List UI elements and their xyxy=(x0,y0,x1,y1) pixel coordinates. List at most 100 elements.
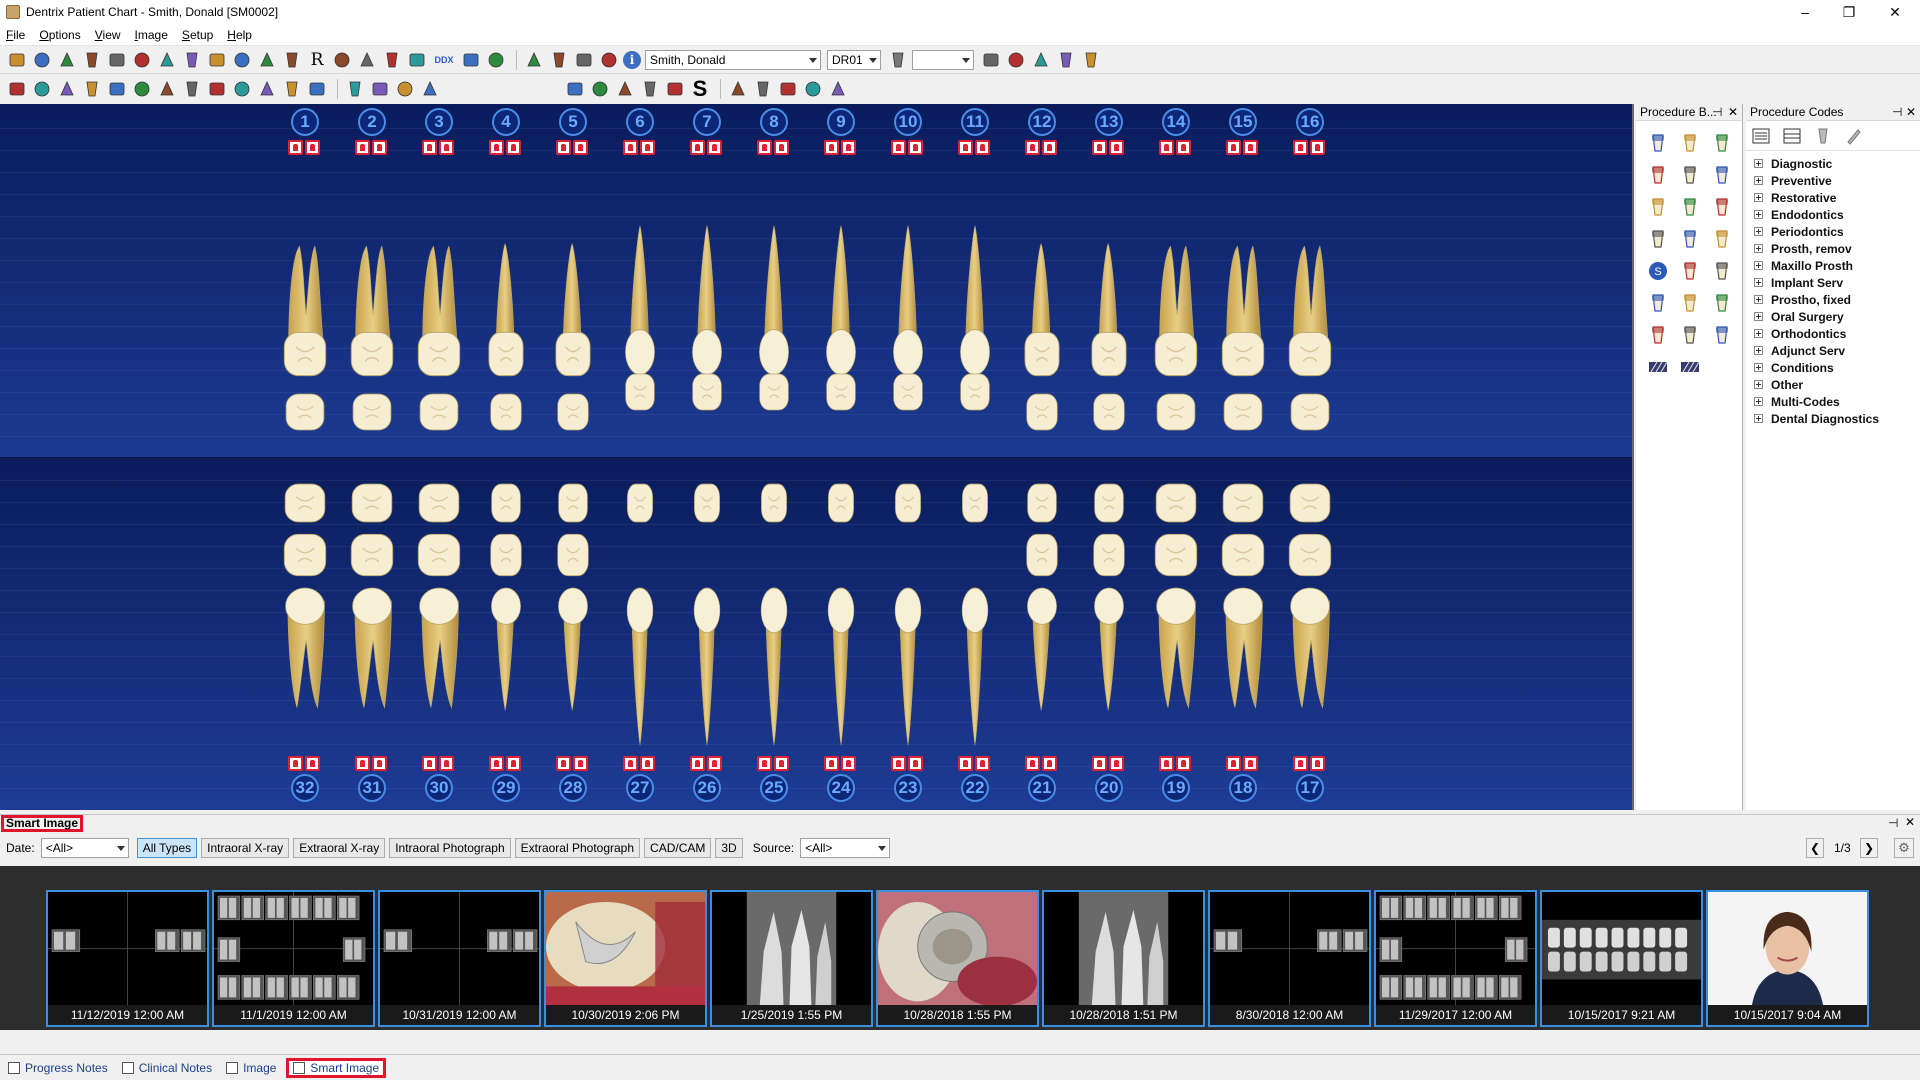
tooth-tool-icon[interactable] xyxy=(1812,125,1834,147)
tooth-lower-side[interactable] xyxy=(1152,587,1200,718)
tooth-status-badge[interactable] xyxy=(1226,140,1259,156)
print-icon[interactable] xyxy=(1030,49,1052,71)
printer-icon[interactable] xyxy=(31,78,53,100)
image-thumbnail[interactable]: 10/28/2018 1:51 PM xyxy=(1042,890,1205,1027)
monitor2-icon[interactable] xyxy=(181,78,203,100)
tooth-lower-occlusal[interactable] xyxy=(1220,532,1266,578)
source-select[interactable]: <All> xyxy=(800,838,891,858)
procedure-button-stripes2-icon[interactable] xyxy=(1674,351,1706,383)
tooth-status-badge[interactable] xyxy=(824,756,857,772)
filter-all-types[interactable]: All Types xyxy=(136,838,198,858)
tooth-number[interactable]: 30 xyxy=(425,774,453,802)
tooth-lower-occlusal[interactable] xyxy=(1287,532,1333,578)
tooth-number[interactable]: 18 xyxy=(1229,774,1257,802)
tooth-upper-side[interactable] xyxy=(957,224,993,376)
monitor-icon[interactable] xyxy=(206,49,228,71)
grid2-icon[interactable] xyxy=(827,78,849,100)
tooth-lower-occlusal[interactable] xyxy=(416,532,462,578)
image-thumbnail[interactable]: 11/1/2019 12:00 AM xyxy=(212,890,375,1027)
tooth-upper-occlusal[interactable] xyxy=(1023,330,1061,378)
tooth-upper-incisal[interactable] xyxy=(624,372,656,412)
perio-icon[interactable] xyxy=(419,78,441,100)
expand-icon[interactable] xyxy=(1754,210,1763,219)
close-icon[interactable]: ✕ xyxy=(1906,105,1916,119)
tooth-upper-occlusal[interactable] xyxy=(1090,330,1128,378)
tooth-number[interactable]: 19 xyxy=(1162,774,1190,802)
tooth-status-badge[interactable] xyxy=(623,756,656,772)
tooth-menu-icon[interactable] xyxy=(1080,49,1102,71)
procedure-button-face-icon[interactable] xyxy=(1642,287,1674,319)
sync-icon[interactable] xyxy=(485,49,507,71)
list-view-icon[interactable] xyxy=(1750,125,1772,147)
close-icon[interactable]: ✕ xyxy=(1905,815,1915,829)
procedure-button-crown-icon[interactable] xyxy=(1642,127,1674,159)
tooth-upper-incisal[interactable] xyxy=(959,372,991,412)
calc-icon[interactable] xyxy=(589,78,611,100)
tooth-lower-occlusal[interactable] xyxy=(349,532,395,578)
procedure-button-stripes-icon[interactable] xyxy=(1642,351,1674,383)
tooth-upper-incisal[interactable] xyxy=(758,372,790,412)
open-chart-icon[interactable] xyxy=(6,49,28,71)
tooth-upper-occlusal[interactable] xyxy=(349,330,395,378)
tooth-number[interactable]: 14 xyxy=(1162,108,1190,136)
procedure-button-xray-icon[interactable] xyxy=(1674,223,1706,255)
rect-icon[interactable] xyxy=(156,49,178,71)
provider-select[interactable]: DR01 xyxy=(827,49,881,70)
date-select[interactable]: <All> xyxy=(40,838,129,858)
pin-icon[interactable]: ⊣ xyxy=(1712,105,1722,119)
tooth-number[interactable]: 27 xyxy=(626,774,654,802)
tooth-lower-side[interactable] xyxy=(415,587,463,718)
expand-icon[interactable] xyxy=(1754,346,1763,355)
chart-view-icon[interactable] xyxy=(256,78,278,100)
tooth-status-badge[interactable] xyxy=(288,140,321,156)
r-icon[interactable]: R xyxy=(306,49,328,71)
tooth-lower-incisal[interactable] xyxy=(693,482,721,524)
tooth-upper-side[interactable] xyxy=(823,224,859,376)
expand-icon[interactable] xyxy=(1754,414,1763,423)
procedure-category-prosth-remov[interactable]: Prosth, remov xyxy=(1754,240,1920,257)
tooth-status-badge[interactable] xyxy=(891,140,924,156)
tooth-lower-side[interactable] xyxy=(555,587,591,718)
tooth-upper-occlusal[interactable] xyxy=(282,330,328,378)
procedure-category-periodontics[interactable]: Periodontics xyxy=(1754,223,1920,240)
camera-icon[interactable] xyxy=(980,49,1002,71)
tooth-lower-side[interactable] xyxy=(348,587,396,718)
filter-3d[interactable]: 3D xyxy=(715,838,743,858)
close-icon[interactable]: ✕ xyxy=(1872,0,1918,24)
tooth-lower-side[interactable] xyxy=(959,587,991,748)
expand-icon[interactable] xyxy=(1754,312,1763,321)
tooth-status-badge[interactable] xyxy=(690,140,723,156)
w-icon[interactable] xyxy=(639,78,661,100)
expand-icon[interactable] xyxy=(1754,380,1763,389)
tooth-status-badge[interactable] xyxy=(690,756,723,772)
image-thumbnail[interactable]: 10/31/2019 12:00 AM xyxy=(378,890,541,1027)
tooth-lower-incisal[interactable] xyxy=(894,482,922,524)
tooth-number[interactable]: 7 xyxy=(693,108,721,136)
fax-icon[interactable] xyxy=(56,78,78,100)
tooth-lower-incisal[interactable] xyxy=(350,482,394,524)
tooth-upper-incisal[interactable] xyxy=(284,392,326,432)
procedure-button-mouth-icon[interactable] xyxy=(1642,319,1674,351)
tooth-status-badge[interactable] xyxy=(1025,756,1058,772)
status-select[interactable] xyxy=(912,49,974,70)
tooth-number[interactable]: 11 xyxy=(961,108,989,136)
procedure-button-tooth-fill-icon[interactable] xyxy=(1674,191,1706,223)
book-icon[interactable] xyxy=(56,49,78,71)
tooth-number[interactable]: 31 xyxy=(358,774,386,802)
tooth-lower-incisal[interactable] xyxy=(557,482,589,524)
menu-image[interactable]: Image xyxy=(135,28,168,42)
people-icon[interactable] xyxy=(523,49,545,71)
procedure-category-maxillo-prosth[interactable]: Maxillo Prosth xyxy=(1754,257,1920,274)
tooth-status-badge[interactable] xyxy=(1159,140,1192,156)
filter-cad-cam[interactable]: CAD/CAM xyxy=(644,838,712,858)
tooth-lower-incisal[interactable] xyxy=(1026,482,1058,524)
ddx-button[interactable]: DDX xyxy=(431,49,457,71)
procedure-category-conditions[interactable]: Conditions xyxy=(1754,359,1920,376)
image-thumbnail[interactable]: 10/28/2018 1:55 PM xyxy=(876,890,1039,1027)
procedure-category-oral-surgery[interactable]: Oral Surgery xyxy=(1754,308,1920,325)
tooth-status-badge[interactable] xyxy=(757,140,790,156)
tooth-number[interactable]: 21 xyxy=(1028,774,1056,802)
layers-icon[interactable] xyxy=(777,78,799,100)
tooth-status-badge[interactable] xyxy=(489,140,522,156)
grid-icon[interactable] xyxy=(256,49,278,71)
